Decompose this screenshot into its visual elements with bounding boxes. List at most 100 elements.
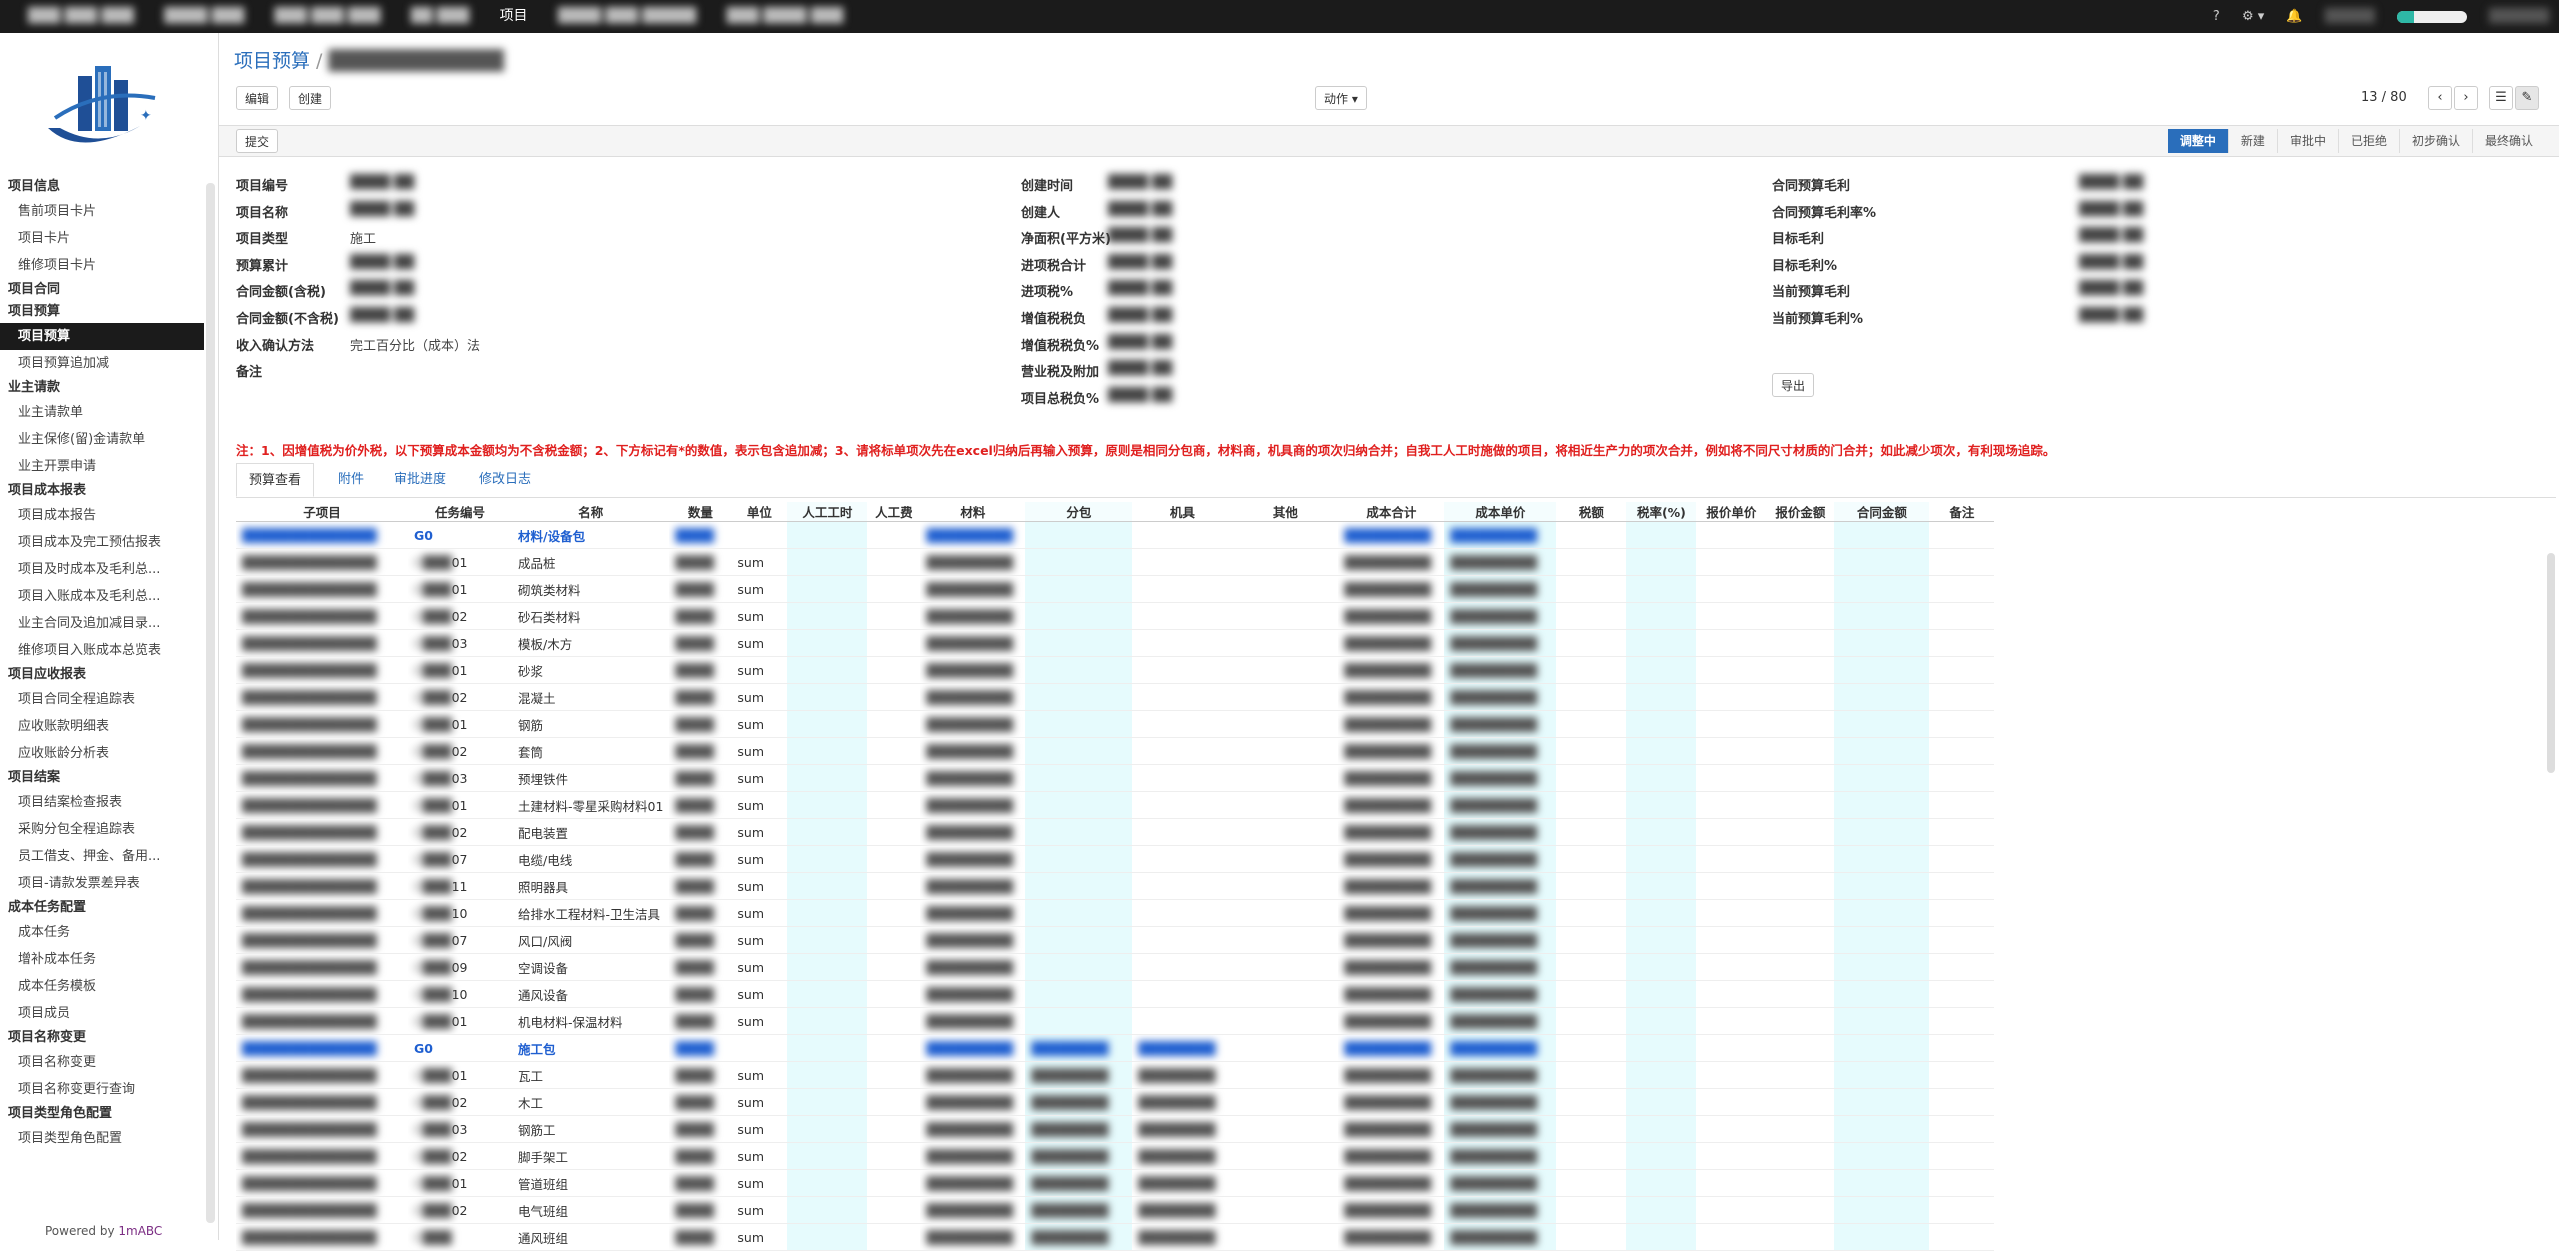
table-row[interactable]: ██████████████ C███02 木工 ████ sum █████████ ██… [236, 1088, 1995, 1116]
sidebar-item[interactable]: 项目名称变更 [0, 1049, 204, 1076]
stage-item[interactable]: 初步确认 [2398, 129, 2472, 153]
table-row[interactable]: ██████████████ C███11 照明器具 ████ sum █████████… [236, 872, 1995, 900]
sidebar-item[interactable]: 售前项目卡片 [0, 198, 204, 225]
pager-next-button[interactable]: › [2454, 86, 2478, 110]
breadcrumb-root[interactable]: 项目预算 [234, 50, 310, 72]
column-header[interactable]: 名称 [512, 502, 670, 522]
table-row[interactable]: ██████████████ C███07 风口/风阀 ████ sum ████████… [236, 926, 1995, 954]
pager-value[interactable]: 13 / 80 [2361, 86, 2407, 110]
action-dropdown[interactable]: 动作 ▾ [1315, 86, 1367, 110]
sidebar-item[interactable]: 业主请款单 [0, 399, 204, 426]
top-menu-item[interactable]: ███ ████ ███ [727, 8, 844, 24]
table-row[interactable]: ██████████████ C███01 机电材料-保温材料 ████ sum ████… [236, 1007, 1995, 1035]
sidebar-item[interactable]: 项目成本及完工预估报表 [0, 529, 204, 556]
table-group-row[interactable]: ██████████████ G0 材料/设备包 ████ █████████ █████… [236, 521, 1995, 549]
sidebar-item[interactable]: 业主合同及追加减目录... [0, 610, 204, 637]
sidebar-item[interactable]: 项目结案检查报表 [0, 789, 204, 816]
sidebar-item[interactable]: 项目合同全程追踪表 [0, 686, 204, 713]
sidebar-item[interactable]: 项目类型角色配置 [0, 1125, 204, 1152]
edit-button[interactable]: 编辑 [236, 86, 279, 110]
table-row[interactable]: ██████████████ C███02 脚手架工 ████ sum █████████… [236, 1142, 1995, 1170]
table-group-row[interactable]: ██████████████ G0 施工包 ████ █████████ ████████… [236, 1034, 1995, 1062]
column-header[interactable]: 分包 [1025, 502, 1133, 522]
top-menu-item[interactable]: ███ ███ ███ [28, 8, 134, 24]
column-header[interactable]: 单位 [731, 502, 788, 522]
powered-by-brand[interactable]: 1mABC [118, 1224, 162, 1238]
table-row[interactable]: ██████████████ C███01 成品桩 ████ sum █████████ █… [236, 548, 1995, 576]
table-row[interactable]: ██████████████ C███02 砂石类材料 ████ sum ████████… [236, 602, 1995, 630]
column-header[interactable]: 合同金额 [1834, 502, 1930, 522]
column-header[interactable]: 人工费 [867, 502, 921, 522]
submit-button[interactable]: 提交 [236, 129, 279, 153]
sidebar-item[interactable]: 采购分包全程追踪表 [0, 816, 204, 843]
table-row[interactable]: ██████████████ C███10 给排水工程材料-卫生洁具 ████ sum █… [236, 899, 1995, 927]
sidebar-scrollbar[interactable] [206, 183, 215, 1223]
company-name[interactable]: ██████ [2489, 0, 2549, 33]
table-row[interactable]: ██████████████ C███01 管道班组 ████ sum █████████… [236, 1169, 1995, 1197]
column-header[interactable]: 报价单价 [1696, 502, 1767, 522]
user-name[interactable]: █████ [2325, 0, 2375, 33]
sidebar-item[interactable]: 增补成本任务 [0, 946, 204, 973]
tab-budget-view[interactable]: 预算查看 [236, 463, 315, 497]
table-row[interactable]: ██████████████ C███01 砌筑类材料 ████ sum ████████… [236, 575, 1995, 603]
sidebar-item[interactable]: 维修项目入账成本总览表 [0, 637, 204, 664]
table-row[interactable]: ██████████████ C███02 配电装置 ████ sum █████████… [236, 818, 1995, 846]
table-row[interactable]: ██████████████ C███09 空调设备 ████ sum █████████… [236, 953, 1995, 981]
sidebar-item[interactable]: 应收账款明细表 [0, 713, 204, 740]
top-menu-item[interactable]: ██ ███ [411, 8, 469, 24]
sidebar-item[interactable]: 成本任务模板 [0, 973, 204, 1000]
sidebar-item[interactable]: 项目成本报告 [0, 502, 204, 529]
column-header[interactable]: 成本单价 [1444, 502, 1557, 522]
table-row[interactable]: ██████████████ C███01 瓦工 ████ sum █████████ ██… [236, 1061, 1995, 1089]
top-menu-item[interactable]: ███ ███ ███ [275, 8, 381, 24]
sidebar-item[interactable]: 业主保修(留)金请款单 [0, 426, 204, 453]
column-header[interactable]: 数量 [669, 502, 732, 522]
table-row[interactable]: ██████████████ C███03 钢筋工 ████ sum █████████ █… [236, 1115, 1995, 1143]
column-header[interactable]: 税率(%) [1626, 502, 1697, 522]
stage-item[interactable]: 调整中 [2167, 129, 2228, 153]
column-header[interactable]: 机具 [1132, 502, 1233, 522]
table-row[interactable]: ██████████████ C███02 混凝土 ████ sum █████████ █… [236, 683, 1995, 711]
table-row[interactable]: ██████████████ C███02 套筒 ████ sum █████████ ██… [236, 737, 1995, 765]
sidebar-item[interactable]: 项目预算 [0, 323, 204, 350]
stage-item[interactable]: 新建 [2227, 129, 2277, 153]
sidebar-item[interactable]: 项目-请款发票差异表 [0, 870, 204, 897]
table-row[interactable]: ██████████████ C███07 电缆/电线 ████ sum ████████… [236, 845, 1995, 873]
gear-icon[interactable]: ⚙ ▾ [2242, 9, 2264, 24]
sidebar-item[interactable]: 项目卡片 [0, 225, 204, 252]
pager-prev-button[interactable]: ‹ [2428, 86, 2452, 110]
tab-attachments[interactable]: 附件 [326, 463, 376, 497]
sidebar-item[interactable]: 项目名称变更行查询 [0, 1076, 204, 1103]
sidebar-item[interactable]: 项目预算追加减 [0, 350, 204, 377]
help-icon[interactable]: ? [2213, 9, 2220, 24]
top-menu-item[interactable]: ████ ███ [164, 8, 244, 24]
column-header[interactable]: 其他 [1232, 502, 1339, 522]
sidebar-item[interactable]: 业主开票申请 [0, 453, 204, 480]
main-scrollbar[interactable] [2547, 553, 2555, 773]
table-row[interactable]: ██████████████ C███02 电气班组 ████ sum █████████… [236, 1196, 1995, 1224]
top-menu-item[interactable]: ████ ███ █████ [558, 8, 696, 24]
list-view-button[interactable]: ☰ [2489, 86, 2513, 110]
bell-icon[interactable]: 🔔 [2286, 9, 2302, 24]
column-header[interactable]: 税额 [1556, 502, 1627, 522]
column-header[interactable]: 材料 [920, 502, 1026, 522]
sidebar-item[interactable]: 项目入账成本及毛利总... [0, 583, 204, 610]
table-row[interactable]: ██████████████ C███03 预埋铁件 ████ sum █████████… [236, 764, 1995, 792]
tab-approval-progress[interactable]: 审批进度 [382, 463, 458, 497]
table-row[interactable]: ██████████████ C███03 模板/木方 ████ sum ████████… [236, 629, 1995, 657]
column-header[interactable]: 备注 [1929, 502, 1995, 522]
column-header[interactable]: 报价金额 [1766, 502, 1835, 522]
column-header[interactable]: 成本合计 [1338, 502, 1445, 522]
column-header[interactable]: 子项目 [236, 502, 408, 522]
stage-item[interactable]: 最终确认 [2471, 129, 2545, 153]
table-row[interactable]: ██████████████ C███ 通风班组 ████ sum █████████ ██… [236, 1223, 1995, 1251]
stage-item[interactable]: 已拒绝 [2337, 129, 2399, 153]
column-header[interactable]: 人工工时 [787, 502, 868, 522]
table-row[interactable]: ██████████████ C███01 土建材料-零星采购材料01 ████ sum… [236, 791, 1995, 819]
form-view-button[interactable]: ✎ [2515, 86, 2539, 110]
stage-item[interactable]: 审批中 [2276, 129, 2338, 153]
create-button[interactable]: 创建 [289, 86, 332, 110]
sidebar-item[interactable]: 应收账龄分析表 [0, 740, 204, 767]
table-row[interactable]: ██████████████ C███10 通风设备 ████ sum █████████… [236, 980, 1995, 1008]
sidebar-item[interactable]: 员工借支、押金、备用... [0, 843, 204, 870]
